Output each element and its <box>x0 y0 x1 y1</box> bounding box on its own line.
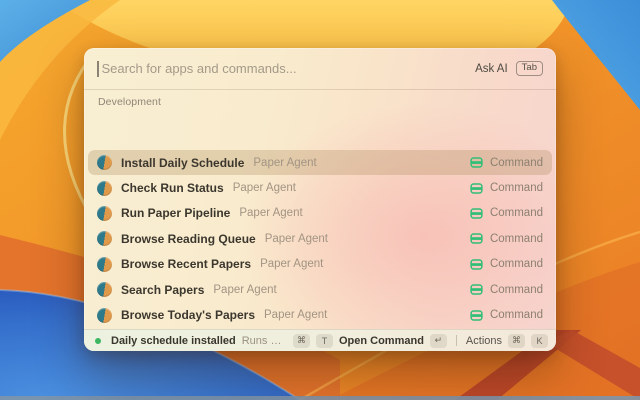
command-type-icon <box>470 232 483 245</box>
list-item-title: Browse Today's Papers <box>121 308 255 322</box>
enter-key-badge: ↵ <box>430 334 447 348</box>
paper-agent-app-icon <box>97 155 112 170</box>
paper-agent-app-icon <box>97 257 112 272</box>
toast-shortcut-cmd-key: ⌘ <box>293 334 310 348</box>
tab-key-badge: Tab <box>516 61 543 76</box>
list-item-subtitle: Paper Agent <box>239 207 302 219</box>
list-item[interactable]: Check Run Status Paper Agent Command <box>88 175 552 200</box>
list-item-type-label: Command <box>490 284 543 296</box>
list-item-type-label: Command <box>490 207 543 219</box>
toast-title: Daily schedule installed <box>111 335 236 347</box>
list-item-accessories: Command <box>470 283 543 296</box>
list-item-title: Run Paper Pipeline <box>121 206 230 220</box>
list-item-subtitle: Paper Agent <box>253 157 316 169</box>
command-type-icon <box>470 258 483 271</box>
list-item-title: Search Papers <box>121 283 204 297</box>
command-list: Install Daily Schedule Paper Agent Comma… <box>84 150 556 329</box>
list-item-subtitle: Paper Agent <box>265 233 328 245</box>
list-item-subtitle: Paper Agent <box>213 284 276 296</box>
text-caret <box>97 61 99 77</box>
paper-agent-app-icon <box>97 206 112 221</box>
list-item-accessories: Command <box>470 258 543 271</box>
paper-agent-app-icon <box>97 308 112 323</box>
command-type-icon <box>470 207 483 220</box>
ask-ai-button[interactable]: Ask AI <box>475 63 508 75</box>
list-item-accessories: Command <box>470 207 543 220</box>
paper-agent-app-icon <box>97 181 112 196</box>
list-item-subtitle: Paper Agent <box>233 182 296 194</box>
actions-shortcut-cmd-key: ⌘ <box>508 334 525 348</box>
list-item[interactable]: Browse Reading Queue Paper Agent Command <box>88 226 552 251</box>
search-input[interactable]: Search for apps and commands... Ask AI T… <box>84 48 556 90</box>
list-item-type-label: Command <box>490 182 543 194</box>
list-item-type-label: Command <box>490 233 543 245</box>
command-type-icon <box>470 156 483 169</box>
actions-button[interactable]: Actions <box>466 335 502 347</box>
list-item[interactable]: Search Papers Paper Agent Command <box>88 277 552 302</box>
open-command-button[interactable]: Open Command <box>339 335 424 347</box>
search-placeholder: Search for apps and commands... <box>102 61 476 76</box>
paper-agent-app-icon <box>97 282 112 297</box>
list-item-accessories: Command <box>470 182 543 195</box>
status-bar-divider <box>456 335 457 346</box>
command-type-icon <box>470 283 483 296</box>
list-item-accessories: Command <box>470 232 543 245</box>
list-item-type-label: Command <box>490 309 543 321</box>
toast-detail: Runs at 04:00 and catches u... <box>242 335 287 347</box>
toast-shortcut-t-key: T <box>316 334 333 348</box>
list-item-type-label: Command <box>490 157 543 169</box>
section-header-development: Development <box>84 90 556 112</box>
list-item[interactable]: Browse Recent Papers Paper Agent Command <box>88 252 552 277</box>
list-item-title: Install Daily Schedule <box>121 156 244 170</box>
list-item[interactable]: Browse Today's Papers Paper Agent Comman… <box>88 302 552 327</box>
list-item-accessories: Command <box>470 309 543 322</box>
list-item-title: Check Run Status <box>121 181 224 195</box>
list-item-subtitle: Paper Agent <box>264 309 327 321</box>
command-type-icon <box>470 309 483 322</box>
list-item-subtitle: Paper Agent <box>260 258 323 270</box>
list-item-type-label: Command <box>490 258 543 270</box>
actions-shortcut-k-key: K <box>531 334 548 348</box>
paper-agent-app-icon <box>97 231 112 246</box>
list-item[interactable]: Run Paper Pipeline Paper Agent Command <box>88 201 552 226</box>
list-item-title: Browse Reading Queue <box>121 232 256 246</box>
launcher-window: Search for apps and commands... Ask AI T… <box>84 48 556 351</box>
list-item-title: Browse Recent Papers <box>121 257 251 271</box>
toast-success-dot-icon <box>95 338 101 344</box>
status-bar: Daily schedule installed Runs at 04:00 a… <box>84 329 556 351</box>
command-type-icon <box>470 182 483 195</box>
list-item[interactable]: Install Daily Schedule Paper Agent Comma… <box>88 150 552 175</box>
list-item-accessories: Command <box>470 156 543 169</box>
